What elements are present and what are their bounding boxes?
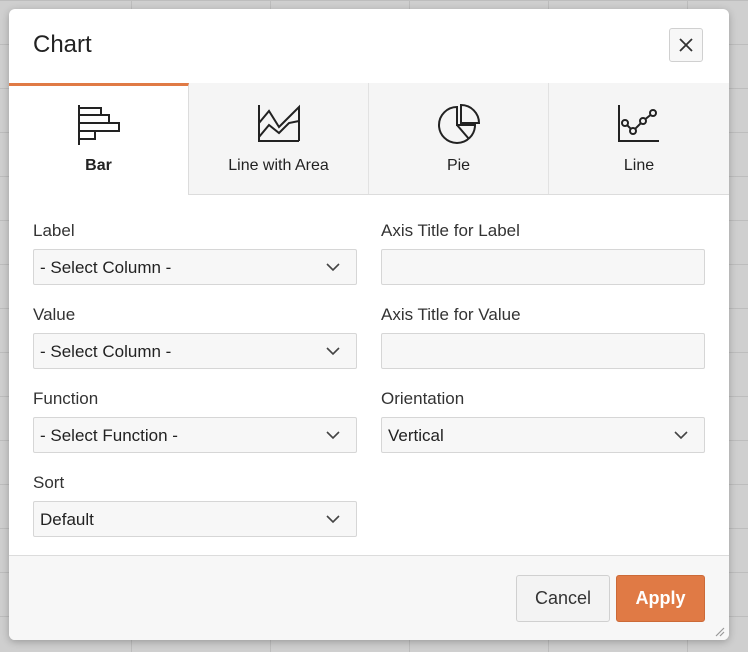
dialog-footer: Cancel Apply [9, 555, 729, 640]
label-select[interactable]: - Select Column - [33, 249, 357, 285]
axis-title-label-field-label: Axis Title for Label [381, 221, 520, 240]
function-field-label: Function [33, 389, 99, 408]
line-chart-icon [618, 105, 659, 142]
tab-line[interactable]: Line [549, 83, 729, 194]
label-field-label: Label [33, 221, 75, 240]
close-icon [679, 38, 693, 52]
tab-bar-label: Bar [85, 157, 112, 174]
sort-select-value: Default [40, 510, 94, 529]
axis-title-label-input[interactable] [381, 249, 705, 285]
value-select[interactable]: - Select Column - [33, 333, 357, 369]
chart-dialog: Chart Bar Line with Area Pie Line Label … [9, 9, 729, 640]
axis-title-value-field-label: Axis Title for Value [381, 305, 521, 324]
chart-type-tabs: Bar Line with Area Pie Line [9, 83, 729, 195]
chevron-down-icon [674, 431, 688, 440]
dialog-header: Chart [9, 9, 729, 84]
dialog-title: Chart [33, 31, 92, 58]
tab-line-label: Line [623, 157, 655, 174]
chevron-down-icon [326, 515, 340, 524]
tab-bar[interactable]: Bar [9, 83, 189, 195]
apply-button[interactable]: Apply [616, 575, 705, 622]
chevron-down-icon [326, 263, 340, 272]
resize-handle-icon[interactable] [713, 625, 725, 637]
tab-pie[interactable]: Pie [369, 83, 549, 194]
area-chart-icon [258, 104, 300, 142]
sort-field-label: Sort [33, 473, 65, 492]
tab-line-with-area-label: Line with Area [228, 157, 329, 174]
chevron-down-icon [326, 347, 340, 356]
cancel-button[interactable]: Cancel [516, 575, 610, 622]
tab-pie-label: Pie [446, 157, 471, 174]
function-select-value: - Select Function - [40, 426, 178, 445]
pie-chart-icon [438, 103, 481, 144]
axis-title-value-input[interactable] [381, 333, 705, 369]
value-field-label: Value [33, 305, 76, 324]
tab-line-with-area[interactable]: Line with Area [189, 83, 369, 194]
value-select-value: - Select Column - [40, 342, 172, 361]
function-select[interactable]: - Select Function - [33, 417, 357, 453]
orientation-select-value: Vertical [388, 426, 444, 445]
bar-chart-icon [78, 105, 120, 145]
orientation-field-label: Orientation [381, 389, 465, 408]
sort-select[interactable]: Default [33, 501, 357, 537]
close-button[interactable] [669, 28, 703, 62]
chevron-down-icon [326, 431, 340, 440]
orientation-select[interactable]: Vertical [381, 417, 705, 453]
label-select-value: - Select Column - [40, 258, 172, 277]
